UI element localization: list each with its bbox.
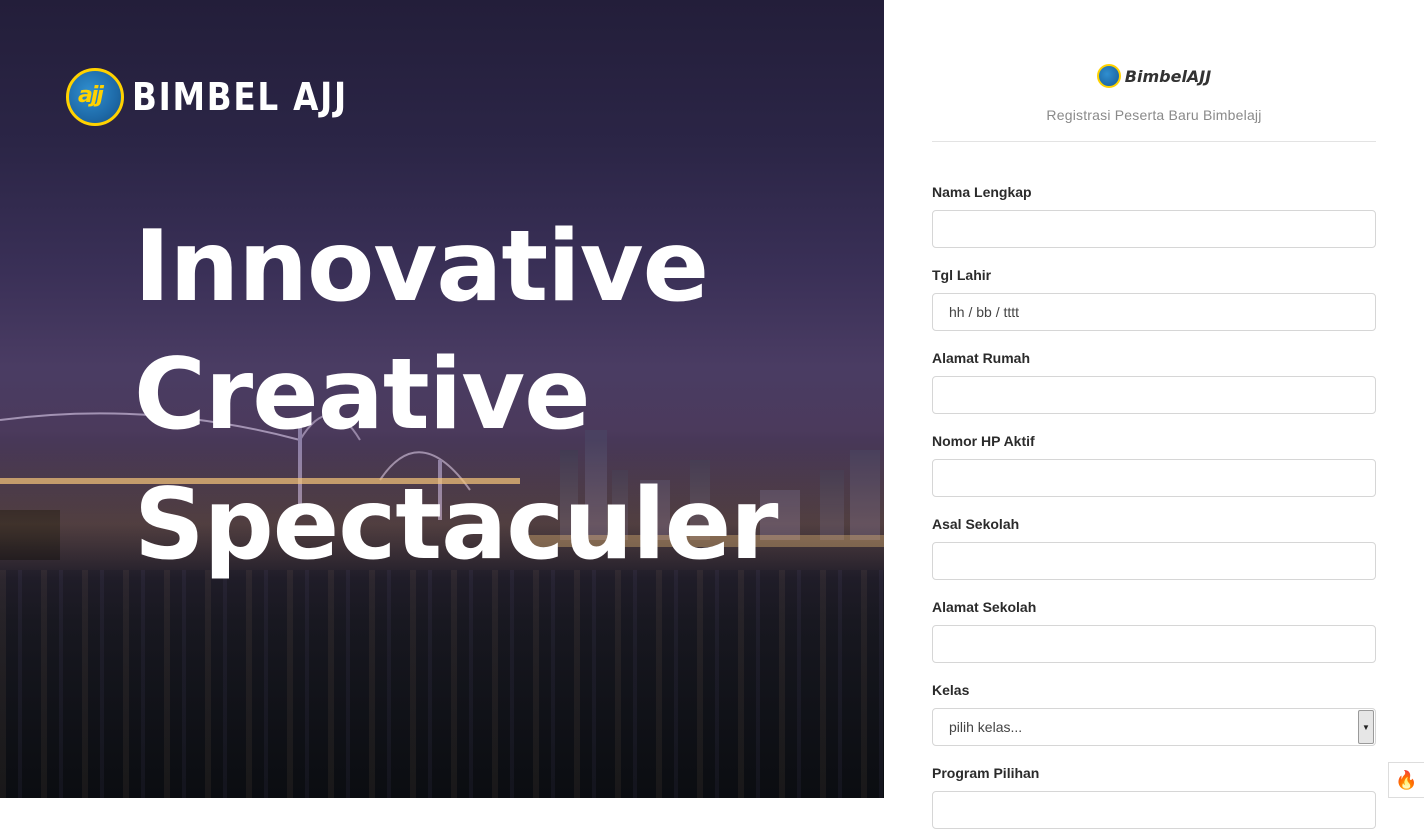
field-tgl-lahir: Tgl Lahir (932, 267, 1376, 331)
field-label: Asal Sekolah (932, 516, 1020, 532)
fire-icon[interactable]: 🔥 (1388, 762, 1424, 798)
registration-panel: BimbelAJJ Registrasi Peserta Baru Bimbel… (884, 0, 1424, 829)
form-subtitle: Registrasi Peserta Baru Bimbelajj (1046, 107, 1262, 123)
form-header: BimbelAJJ Registrasi Peserta Baru Bimbel… (932, 64, 1376, 123)
kelas-select[interactable]: pilih kelas... ▼ (932, 708, 1376, 746)
nama-lengkap-input[interactable] (932, 210, 1376, 248)
divider (932, 141, 1376, 142)
field-label: Alamat Sekolah (932, 599, 1037, 615)
brand-name: BIMBEL AJJ (132, 75, 348, 119)
field-label: Nama Lengkap (932, 184, 1032, 200)
logo-mark: ajj (78, 83, 104, 108)
field-label: Alamat Rumah (932, 350, 1031, 366)
field-label: Tgl Lahir (932, 267, 992, 283)
field-asal-sekolah: Asal Sekolah (932, 516, 1376, 580)
tgl-lahir-input[interactable] (932, 293, 1376, 331)
field-alamat-rumah: Alamat Rumah (932, 350, 1376, 414)
nomor-hp-input[interactable] (932, 459, 1376, 497)
field-kelas: Kelas pilih kelas... ▼ (932, 682, 1376, 746)
headline-line-3: Spectaculer (134, 468, 779, 582)
water-reflection (0, 570, 884, 798)
form-logo-text: BimbelAJJ (1124, 66, 1212, 86)
chevron-down-icon[interactable]: ▼ (1358, 710, 1374, 744)
hero-banner: ajj BIMBEL AJJ Innovative Creative Spect… (0, 0, 884, 798)
form-logo: BimbelAJJ (1096, 64, 1212, 88)
logo-badge-icon: ajj (66, 68, 124, 126)
field-alamat-sekolah: Alamat Sekolah (932, 599, 1376, 663)
field-label: Nomor HP Aktif (932, 433, 1035, 449)
alamat-rumah-input[interactable] (932, 376, 1376, 414)
field-nama-lengkap: Nama Lengkap (932, 184, 1376, 248)
headline-line-1: Innovative (134, 210, 709, 324)
headline-line-2: Creative (134, 338, 591, 452)
field-label: Kelas (932, 682, 970, 698)
brand-logo[interactable]: ajj BIMBEL AJJ (66, 68, 383, 126)
kelas-selected-value: pilih kelas... (949, 719, 1023, 735)
field-nomor-hp: Nomor HP Aktif (932, 433, 1376, 497)
field-label: Program Pilihan (932, 765, 1040, 781)
asal-sekolah-input[interactable] (932, 542, 1376, 580)
alamat-sekolah-input[interactable] (932, 625, 1376, 663)
field-program-pilihan: Program Pilihan (932, 765, 1376, 829)
program-select[interactable] (932, 791, 1376, 829)
logo-badge-icon (1096, 64, 1121, 88)
